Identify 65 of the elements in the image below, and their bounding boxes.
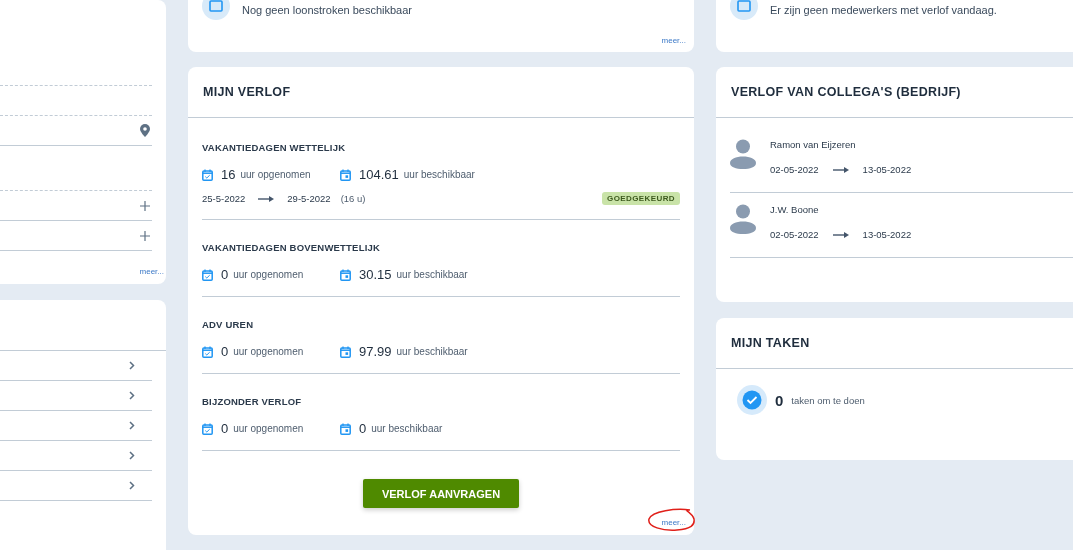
chevron-right-icon[interactable] [129,421,135,430]
hours-taken-label: uur opgenomen [233,423,304,434]
calendar-check-icon [202,422,213,435]
hours-available-label: uur beschikbaar [403,169,475,180]
arrow-right-icon [832,166,849,173]
hours-taken: 0 [221,344,229,359]
end-date: 29-5-2022 [287,193,331,204]
hours-count: (16 u) [340,193,366,204]
status-badge: GOEDGEKEURD [602,192,680,205]
arrow-right-icon [832,231,849,238]
calendar-icon [340,268,351,281]
request-leave-button[interactable]: VERLOF AANVRAGEN [363,479,519,508]
chevron-right-icon[interactable] [129,391,135,400]
task-count: 0 [775,391,784,409]
end-date: 13-05-2022 [862,164,912,175]
leave-type-title: ADV UREN [202,319,255,330]
calendar-icon [340,168,351,181]
hours-available: 97.99 [359,344,392,359]
calendar-icon [730,0,758,20]
calendar-icon [202,0,230,20]
card-title: MIJN VERLOF [203,85,291,99]
more-link[interactable]: meer... [139,267,164,276]
checkmark-icon [737,385,767,415]
hours-taken: 16 [221,167,236,182]
card-title: VERLOF VAN COLLEGA'S (BEDRIJF) [731,85,961,99]
location-pin-icon [140,124,150,137]
chevron-right-icon[interactable] [129,481,135,490]
hours-available: 104.61 [359,167,399,182]
colleague-name: Ramon van Eijzeren [770,139,857,150]
hours-taken-label: uur opgenomen [240,169,311,180]
hours-taken-label: uur opgenomen [233,346,304,357]
calendar-check-icon [202,168,213,181]
avatar-icon [730,139,756,169]
task-label: taken om te doen [791,394,865,406]
start-date: 02-05-2022 [770,229,819,240]
more-link[interactable]: meer... [661,518,686,527]
empty-message: Nog geen loonstroken beschikbaar [242,4,412,16]
calendar-icon [340,422,351,435]
add-button[interactable] [140,200,150,211]
arrow-right-icon [258,195,275,202]
end-date: 13-05-2022 [862,229,912,240]
hours-available: 30.15 [359,267,392,282]
hours-available-label: uur beschikbaar [371,423,443,434]
hours-available-label: uur beschikbaar [396,346,468,357]
start-date: 25-5-2022 [202,193,246,204]
empty-message: Er zijn geen medewerkers met verlof vandaag. [770,4,997,16]
hours-taken: 0 [221,421,229,436]
hours-available-label: uur beschikbaar [396,269,468,280]
calendar-icon [340,345,351,358]
leave-type-title: VAKANTIEDAGEN BOVENWETTELIJK [202,242,381,253]
colleague-name: J.W. Boone [770,204,820,215]
card-title: MIJN TAKEN [731,336,810,350]
calendar-check-icon [202,268,213,281]
calendar-check-icon [202,345,213,358]
add-button[interactable] [140,230,150,241]
leave-type-title: VAKANTIEDAGEN WETTELIJK [202,142,347,153]
start-date: 02-05-2022 [770,164,819,175]
hours-taken: 0 [221,267,229,282]
hours-available: 0 [359,421,367,436]
chevron-right-icon[interactable] [129,451,135,460]
chevron-right-icon[interactable] [129,361,135,370]
more-link[interactable]: meer... [661,36,686,45]
leave-type-title: BIJZONDER VERLOF [202,396,303,407]
hours-taken-label: uur opgenomen [233,269,304,280]
avatar-icon [730,204,756,234]
